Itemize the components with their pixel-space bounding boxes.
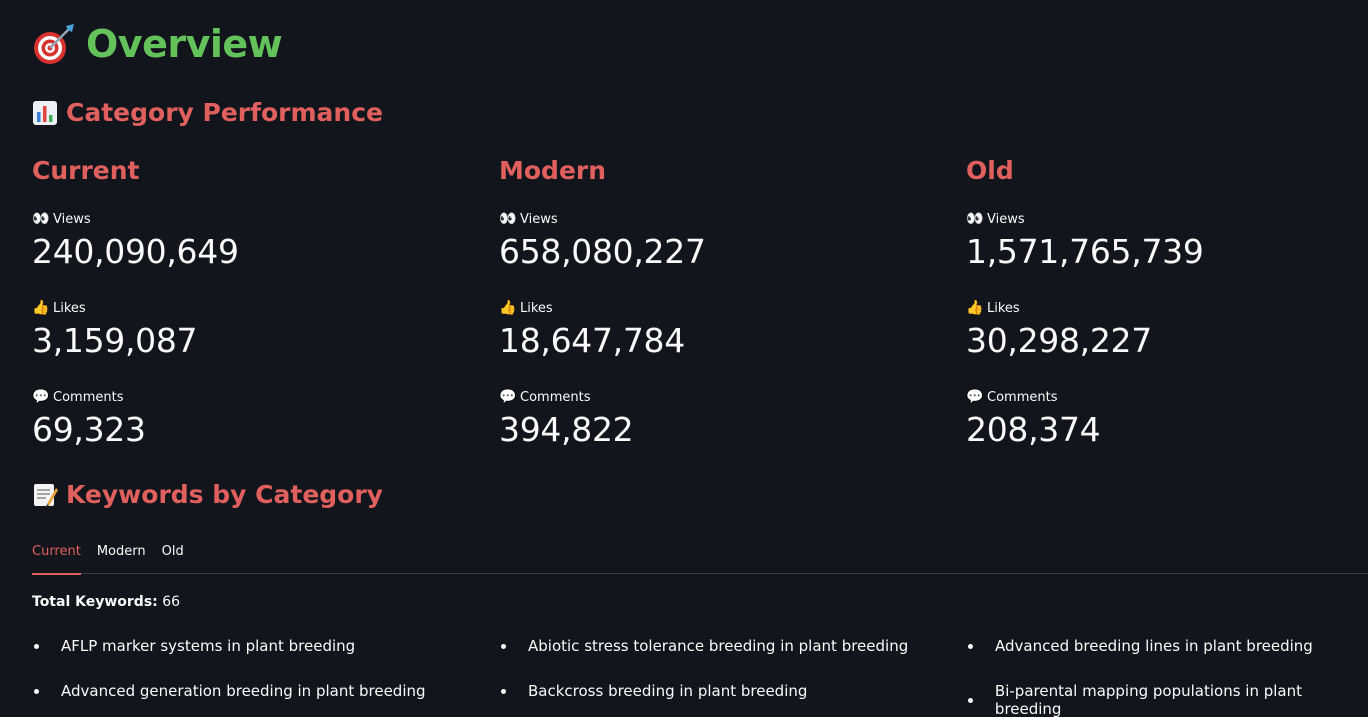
category-column-modern: Modern 👀 Views 658,080,227 👍 Likes 18,64…: [499, 156, 929, 449]
metric-likes: 👍 Likes 3,159,087: [32, 299, 198, 361]
keyword-tabs: Current Modern Old: [32, 540, 1368, 575]
metric-label-text: Comments: [987, 389, 1058, 405]
metric-label: 💬 Comments: [32, 388, 146, 406]
app-page: Overview Category Performance Current 👀 …: [0, 0, 1368, 717]
metric-value: 208,374: [966, 410, 1101, 449]
tab-current[interactable]: Current: [32, 540, 81, 575]
list-item: Backcross breeding in plant breeding: [501, 682, 807, 700]
list-item: Advanced generation breeding in plant br…: [34, 682, 426, 700]
section-title: Keywords by Category: [66, 480, 383, 509]
metric-value: 3,159,087: [32, 321, 198, 360]
metric-label: 👍 Likes: [499, 299, 685, 317]
metric-value: 30,298,227: [966, 321, 1152, 360]
metric-label-text: Likes: [987, 300, 1020, 316]
metric-label: 👍 Likes: [32, 299, 197, 317]
metric-label-text: Likes: [53, 300, 86, 316]
total-keywords: Total Keywords: 66: [32, 594, 180, 610]
metric-value: 394,822: [499, 410, 634, 449]
metric-label: 👀 Views: [32, 210, 239, 228]
page-title: Overview: [32, 22, 283, 66]
speech-bubble-icon: 💬: [966, 389, 984, 405]
keyword-text: AFLP marker systems in plant breeding: [61, 637, 356, 655]
thumbs-up-icon: 👍: [966, 300, 984, 316]
metric-likes: 👍 Likes 18,647,784: [499, 299, 685, 361]
metric-value: 18,647,784: [499, 321, 685, 360]
bullet-icon: [501, 643, 506, 649]
metric-label: 💬 Comments: [499, 388, 633, 406]
speech-bubble-icon: 💬: [32, 389, 50, 405]
eyes-icon: 👀: [32, 211, 50, 227]
metric-views: 👀 Views 658,080,227: [499, 210, 706, 272]
metric-label: 👀 Views: [966, 210, 1204, 228]
metric-label-text: Comments: [53, 389, 124, 405]
list-item: Bi-parental mapping populations in plant…: [968, 682, 1368, 717]
bullet-icon: [968, 643, 973, 649]
section-title: Category Performance: [66, 98, 384, 127]
keyword-text: Advanced generation breeding in plant br…: [61, 682, 426, 700]
category-title: Old: [966, 156, 1014, 185]
section-heading-category-performance: Category Performance: [32, 98, 383, 127]
list-item: Abiotic stress tolerance breeding in pla…: [501, 637, 908, 655]
category-title: Modern: [499, 156, 607, 185]
speech-bubble-icon: 💬: [499, 389, 517, 405]
keyword-text: Abiotic stress tolerance breeding in pla…: [528, 637, 909, 655]
eyes-icon: 👀: [966, 211, 984, 227]
eyes-icon: 👀: [499, 211, 517, 227]
keyword-text: Advanced breeding lines in plant breedin…: [995, 637, 1313, 655]
list-item: AFLP marker systems in plant breeding: [34, 637, 355, 655]
keyword-text: Bi-parental mapping populations in plant…: [994, 682, 1303, 717]
dart-target-icon: [34, 24, 74, 64]
metric-label-text: Views: [987, 211, 1025, 227]
thumbs-up-icon: 👍: [32, 300, 50, 316]
tab-old[interactable]: Old: [162, 540, 184, 574]
metric-label-text: Views: [520, 211, 558, 227]
metric-likes: 👍 Likes 30,298,227: [966, 299, 1152, 361]
metric-views: 👀 Views 1,571,765,739: [966, 210, 1204, 272]
total-keywords-value: 66: [162, 594, 181, 610]
metric-label-text: Likes: [520, 300, 553, 316]
metric-value: 240,090,649: [32, 232, 239, 271]
category-column-current: Current 👀 Views 240,090,649 👍 Likes 3,15…: [32, 156, 462, 449]
bullet-icon: [34, 643, 39, 649]
page-title-text: Overview: [86, 22, 283, 66]
metric-value: 69,323: [32, 410, 146, 449]
category-column-old: Old 👀 Views 1,571,765,739 👍 Likes 30,298…: [966, 156, 1368, 449]
list-item: Advanced breeding lines in plant breedin…: [968, 637, 1313, 655]
metric-value: 658,080,227: [499, 232, 706, 271]
tab-modern[interactable]: Modern: [97, 540, 146, 574]
bullet-icon: [34, 688, 39, 694]
bar-chart-icon: [33, 100, 57, 125]
metric-label: 👍 Likes: [966, 299, 1152, 317]
metric-comments: 💬 Comments 69,323: [32, 388, 146, 450]
metric-label-text: Comments: [520, 389, 591, 405]
category-title: Current: [32, 156, 140, 185]
bullet-icon: [501, 688, 506, 694]
memo-icon: [34, 483, 58, 507]
metric-label: 💬 Comments: [966, 388, 1100, 406]
total-keywords-label: Total Keywords:: [32, 594, 158, 610]
bullet-icon: [968, 697, 973, 703]
keyword-text: Backcross breeding in plant breeding: [528, 682, 808, 700]
thumbs-up-icon: 👍: [499, 300, 517, 316]
section-heading-keywords: Keywords by Category: [32, 480, 383, 509]
metric-label: 👀 Views: [499, 210, 706, 228]
metric-comments: 💬 Comments 208,374: [966, 388, 1101, 450]
metric-views: 👀 Views 240,090,649: [32, 210, 239, 272]
metric-comments: 💬 Comments 394,822: [499, 388, 634, 450]
metric-label-text: Views: [53, 211, 91, 227]
metric-value: 1,571,765,739: [966, 232, 1204, 271]
